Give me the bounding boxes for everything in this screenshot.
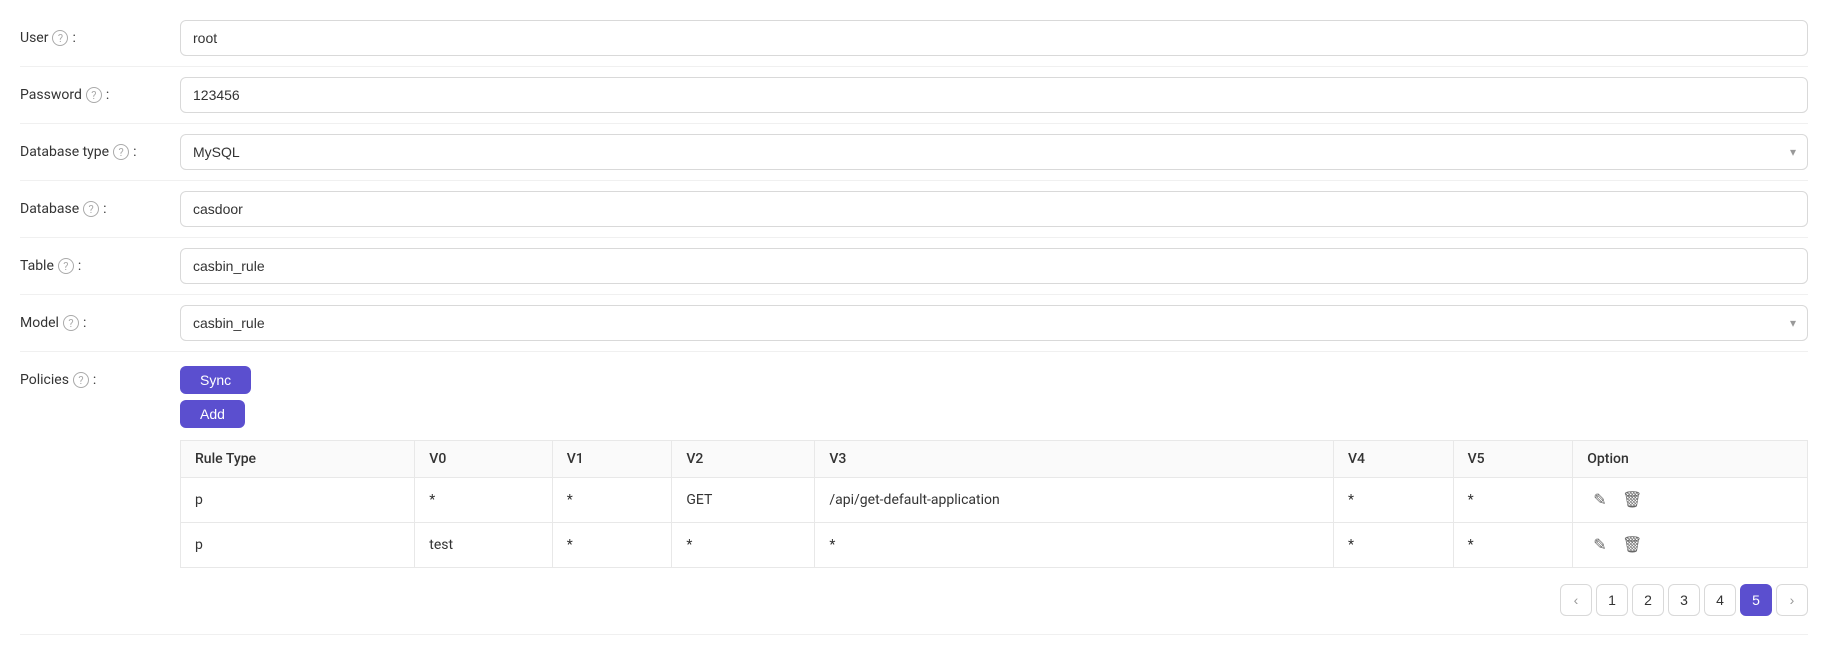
table-row: ptest***** ✎ 🗑 bbox=[181, 523, 1808, 568]
page-2-button[interactable]: 2 bbox=[1632, 584, 1664, 616]
model-row: Model ? : casbin_rule ▾ bbox=[20, 295, 1808, 352]
user-input[interactable] bbox=[180, 20, 1808, 56]
database-label: Database ? : bbox=[20, 201, 180, 217]
database-input[interactable] bbox=[180, 191, 1808, 227]
policies-label: Policies ? : bbox=[20, 372, 180, 388]
edit-button[interactable]: ✎ bbox=[1587, 488, 1612, 512]
prev-page-button[interactable]: ‹ bbox=[1560, 584, 1592, 616]
next-page-button[interactable]: › bbox=[1776, 584, 1808, 616]
model-select[interactable]: casbin_rule bbox=[180, 305, 1808, 341]
table-label: Table ? : bbox=[20, 258, 180, 274]
table-input[interactable] bbox=[180, 248, 1808, 284]
delete-button[interactable]: 🗑 bbox=[1616, 533, 1648, 557]
policies-buttons: Sync Add bbox=[180, 366, 1808, 428]
page-1-button[interactable]: 1 bbox=[1596, 584, 1628, 616]
page-3-button[interactable]: 3 bbox=[1668, 584, 1700, 616]
database-type-label: Database type ? : bbox=[20, 144, 180, 160]
database-type-select[interactable]: MySQL PostgreSQL SQLite SQLServer Oracle bbox=[180, 134, 1808, 170]
col-v5: V5 bbox=[1453, 441, 1573, 478]
col-v3: V3 bbox=[815, 441, 1334, 478]
delete-button[interactable]: 🗑 bbox=[1616, 488, 1648, 512]
edit-button[interactable]: ✎ bbox=[1587, 533, 1612, 557]
col-option: Option bbox=[1573, 441, 1808, 478]
model-help-icon[interactable]: ? bbox=[63, 315, 79, 331]
table-help-icon[interactable]: ? bbox=[58, 258, 74, 274]
add-button[interactable]: Add bbox=[180, 400, 245, 428]
pagination: ‹ 1 2 3 4 5 › bbox=[180, 568, 1808, 624]
database-row: Database ? : bbox=[20, 181, 1808, 238]
policies-table: Rule Type V0 V1 V2 V3 V4 V5 Option p**GE… bbox=[180, 440, 1808, 568]
database-type-select-wrapper: MySQL PostgreSQL SQLite SQLServer Oracle… bbox=[180, 134, 1808, 170]
database-help-icon[interactable]: ? bbox=[83, 201, 99, 217]
user-label: User ? : bbox=[20, 30, 180, 46]
option-cell: ✎ 🗑 bbox=[1573, 523, 1808, 568]
password-input[interactable] bbox=[180, 77, 1808, 113]
table-header-row: Rule Type V0 V1 V2 V3 V4 V5 Option bbox=[181, 441, 1808, 478]
model-label: Model ? : bbox=[20, 315, 180, 331]
table-row: p**GET/api/get-default-application** ✎ 🗑 bbox=[181, 478, 1808, 523]
col-v0: V0 bbox=[415, 441, 552, 478]
col-v1: V1 bbox=[552, 441, 672, 478]
database-type-help-icon[interactable]: ? bbox=[113, 144, 129, 160]
form-container: User ? : Password ? : Database type ? : … bbox=[0, 0, 1828, 645]
policies-section: Sync Add Rule Type V0 V1 V2 V3 V4 V5 Opt… bbox=[180, 366, 1808, 624]
col-v2: V2 bbox=[672, 441, 815, 478]
page-5-button[interactable]: 5 bbox=[1740, 584, 1772, 616]
database-type-row: Database type ? : MySQL PostgreSQL SQLit… bbox=[20, 124, 1808, 181]
user-row: User ? : bbox=[20, 10, 1808, 67]
policies-help-icon[interactable]: ? bbox=[73, 372, 89, 388]
password-label: Password ? : bbox=[20, 87, 180, 103]
option-cell: ✎ 🗑 bbox=[1573, 478, 1808, 523]
model-select-wrapper: casbin_rule ▾ bbox=[180, 305, 1808, 341]
col-v4: V4 bbox=[1333, 441, 1453, 478]
policies-row: Policies ? : Sync Add Rule Type V0 V1 V2… bbox=[20, 352, 1808, 635]
col-rule-type: Rule Type bbox=[181, 441, 415, 478]
password-row: Password ? : bbox=[20, 67, 1808, 124]
password-help-icon[interactable]: ? bbox=[86, 87, 102, 103]
page-4-button[interactable]: 4 bbox=[1704, 584, 1736, 616]
table-row-field: Table ? : bbox=[20, 238, 1808, 295]
sync-button[interactable]: Sync bbox=[180, 366, 251, 394]
user-help-icon[interactable]: ? bbox=[52, 30, 68, 46]
